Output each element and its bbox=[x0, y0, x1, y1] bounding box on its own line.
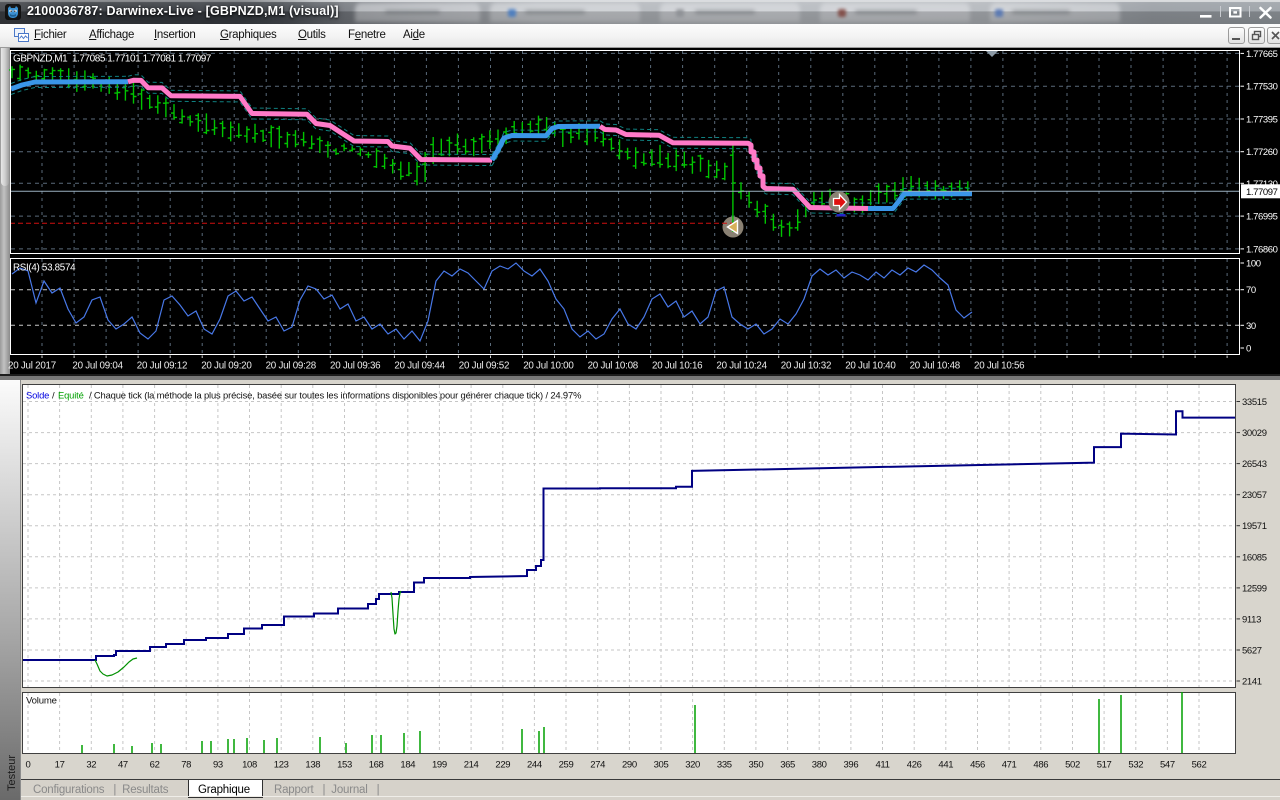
svg-text:17: 17 bbox=[55, 760, 65, 771]
svg-text:168: 168 bbox=[369, 760, 384, 771]
svg-text:335: 335 bbox=[717, 760, 732, 771]
svg-text:20 Jul 10:48: 20 Jul 10:48 bbox=[910, 361, 961, 372]
svg-text:153: 153 bbox=[337, 760, 352, 771]
svg-text:365: 365 bbox=[780, 760, 795, 771]
svg-text:1.77395: 1.77395 bbox=[1246, 115, 1278, 126]
svg-text:20 Jul 10:40: 20 Jul 10:40 bbox=[845, 361, 896, 372]
svg-text:Solde: Solde bbox=[26, 390, 49, 401]
svg-text:32: 32 bbox=[86, 760, 96, 771]
svg-text:562: 562 bbox=[1192, 760, 1207, 771]
svg-text:486: 486 bbox=[1033, 760, 1048, 771]
svg-text:456: 456 bbox=[970, 760, 985, 771]
svg-text:70: 70 bbox=[1246, 285, 1256, 296]
svg-text:517: 517 bbox=[1097, 760, 1112, 771]
svg-text:0: 0 bbox=[26, 760, 31, 771]
svg-text:1.76860: 1.76860 bbox=[1246, 244, 1278, 255]
svg-text:5627: 5627 bbox=[1242, 646, 1262, 657]
svg-text:244: 244 bbox=[527, 760, 542, 771]
svg-text:33515: 33515 bbox=[1242, 397, 1267, 408]
svg-text:23057: 23057 bbox=[1242, 490, 1267, 501]
svg-text:259: 259 bbox=[559, 760, 574, 771]
svg-text:30029: 30029 bbox=[1242, 428, 1267, 439]
svg-text:184: 184 bbox=[400, 760, 415, 771]
svg-text:20 Jul 09:28: 20 Jul 09:28 bbox=[266, 361, 317, 372]
svg-text:20 Jul 09:36: 20 Jul 09:36 bbox=[330, 361, 381, 372]
svg-text:20 Jul 10:32: 20 Jul 10:32 bbox=[781, 361, 831, 372]
svg-text:199: 199 bbox=[432, 760, 447, 771]
svg-text:532: 532 bbox=[1128, 760, 1143, 771]
svg-text:RSI(4) 53.8574: RSI(4) 53.8574 bbox=[13, 263, 76, 274]
svg-text:1.77097: 1.77097 bbox=[1246, 187, 1278, 198]
svg-text:20 Jul 09:20: 20 Jul 09:20 bbox=[201, 361, 252, 372]
svg-text:411: 411 bbox=[875, 760, 889, 771]
svg-text:138: 138 bbox=[305, 760, 320, 771]
svg-text:26543: 26543 bbox=[1242, 459, 1267, 470]
svg-text:471: 471 bbox=[1002, 760, 1017, 771]
svg-text:305: 305 bbox=[654, 760, 669, 771]
svg-text:20 Jul 2017: 20 Jul 2017 bbox=[8, 361, 56, 372]
svg-text:20 Jul 10:00: 20 Jul 10:00 bbox=[523, 361, 574, 372]
svg-text:1.77530: 1.77530 bbox=[1246, 82, 1278, 93]
svg-text:1.77665: 1.77665 bbox=[1246, 49, 1278, 60]
svg-text:350: 350 bbox=[748, 760, 763, 771]
svg-text:9113: 9113 bbox=[1242, 614, 1261, 625]
svg-text:502: 502 bbox=[1065, 760, 1080, 771]
svg-text:/: / bbox=[52, 390, 55, 401]
svg-text:20 Jul 09:44: 20 Jul 09:44 bbox=[394, 361, 445, 372]
svg-text:229: 229 bbox=[495, 760, 510, 771]
svg-text:0: 0 bbox=[1246, 344, 1251, 355]
svg-text:93: 93 bbox=[213, 760, 223, 771]
svg-text:1.76995: 1.76995 bbox=[1246, 212, 1278, 223]
svg-text:19571: 19571 bbox=[1242, 521, 1267, 532]
svg-text:214: 214 bbox=[464, 760, 479, 771]
svg-text:108: 108 bbox=[242, 760, 257, 771]
svg-text:20 Jul 10:16: 20 Jul 10:16 bbox=[652, 361, 703, 372]
svg-text:20 Jul 10:56: 20 Jul 10:56 bbox=[974, 361, 1025, 372]
svg-text:396: 396 bbox=[843, 760, 858, 771]
svg-text:20 Jul 10:08: 20 Jul 10:08 bbox=[588, 361, 639, 372]
svg-text:47: 47 bbox=[118, 760, 128, 771]
svg-text:/ Chaque tick (la méthode la p: / Chaque tick (la méthode la plus précis… bbox=[89, 390, 581, 401]
svg-text:426: 426 bbox=[907, 760, 922, 771]
svg-text:1.77260: 1.77260 bbox=[1246, 147, 1278, 158]
svg-text:Equité: Equité bbox=[58, 390, 84, 401]
svg-text:290: 290 bbox=[622, 760, 637, 771]
svg-text:320: 320 bbox=[685, 760, 700, 771]
svg-text:Volume: Volume bbox=[26, 696, 57, 707]
svg-text:547: 547 bbox=[1160, 760, 1175, 771]
svg-text:100: 100 bbox=[1246, 259, 1261, 270]
svg-text:274: 274 bbox=[590, 760, 605, 771]
svg-text:20 Jul 09:12: 20 Jul 09:12 bbox=[137, 361, 187, 372]
svg-text:78: 78 bbox=[181, 760, 191, 771]
svg-text:20 Jul 09:52: 20 Jul 09:52 bbox=[459, 361, 509, 372]
svg-text:12599: 12599 bbox=[1242, 583, 1267, 594]
svg-text:123: 123 bbox=[274, 760, 289, 771]
svg-text:441: 441 bbox=[938, 760, 953, 771]
svg-text:20 Jul 10:24: 20 Jul 10:24 bbox=[716, 361, 767, 372]
svg-text:2141: 2141 bbox=[1242, 677, 1262, 688]
svg-text:380: 380 bbox=[812, 760, 827, 771]
svg-text:GBPNZD,M1 1.77085 1.77101 1.7: GBPNZD,M1 1.77085 1.77101 1.77081 1.7709… bbox=[13, 54, 212, 65]
svg-text:62: 62 bbox=[150, 760, 160, 771]
svg-text:30: 30 bbox=[1246, 321, 1256, 332]
svg-text:16085: 16085 bbox=[1242, 552, 1267, 563]
svg-text:20 Jul 09:04: 20 Jul 09:04 bbox=[72, 361, 123, 372]
